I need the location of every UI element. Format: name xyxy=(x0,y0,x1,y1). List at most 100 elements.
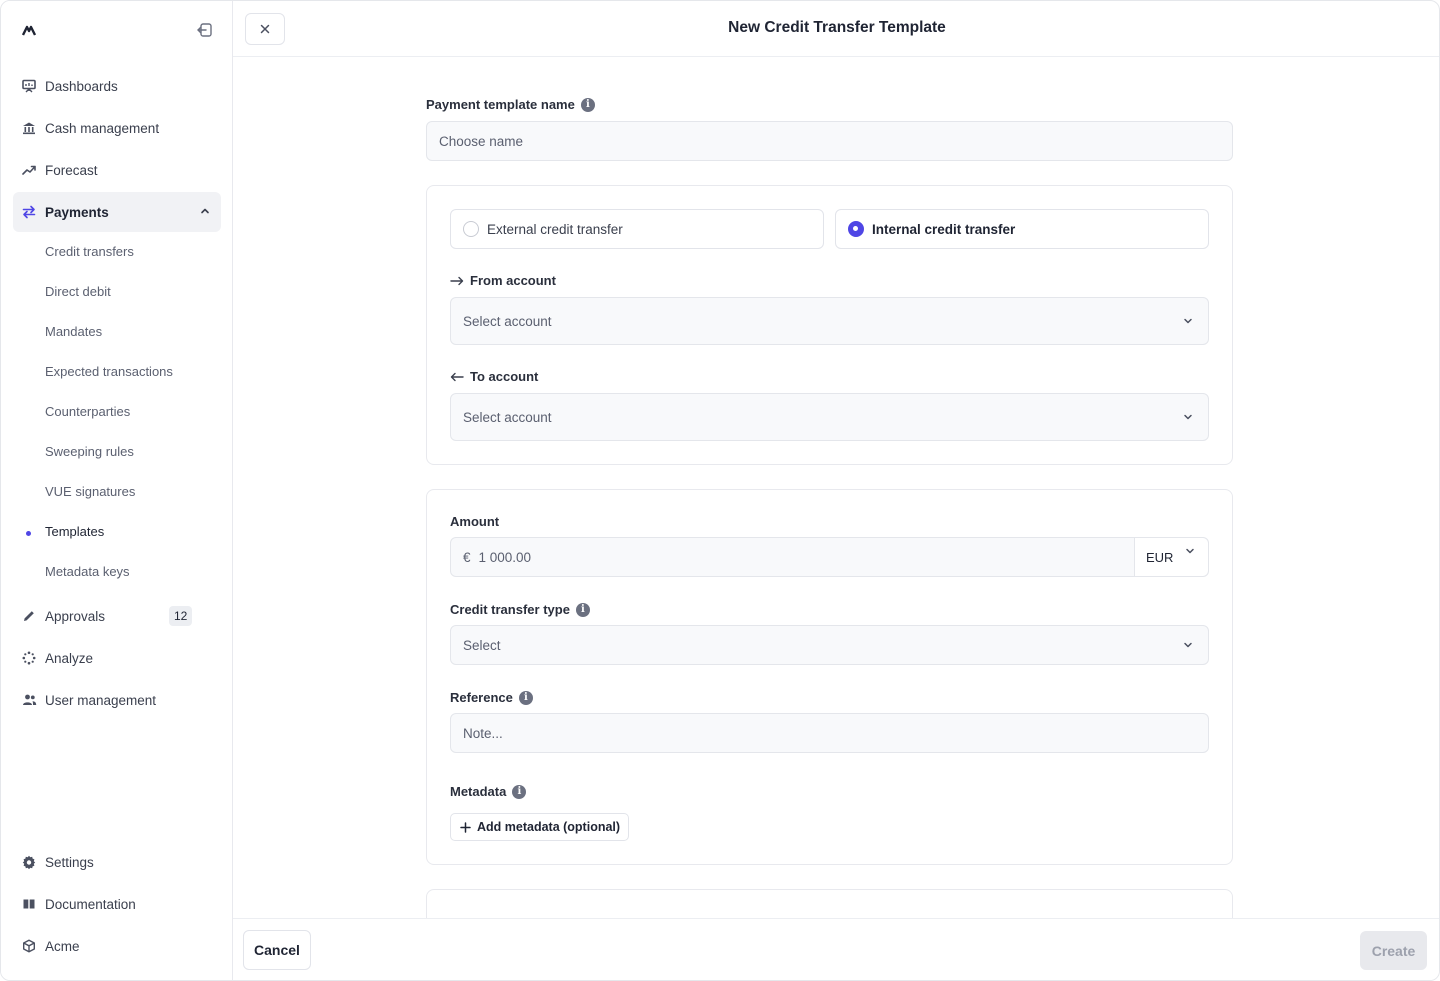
template-name-label: Payment template name i xyxy=(426,97,595,112)
info-icon[interactable]: i xyxy=(518,690,533,705)
from-account-label-text: From account xyxy=(470,273,556,288)
main-panel: New Credit Transfer Template Payment tem… xyxy=(233,1,1439,980)
sidebar-item-label: User management xyxy=(45,692,157,708)
credit-transfer-type-label: Credit transfer type i xyxy=(450,602,590,617)
sidebar-subitem-counterparties[interactable]: Counterparties xyxy=(45,404,130,424)
sidebar: Dashboards Cash management Forecast Paym… xyxy=(1,1,233,980)
sidebar-subitem-direct-debit[interactable]: Direct debit xyxy=(45,284,111,304)
credit-transfer-type-select[interactable]: Select xyxy=(450,625,1209,665)
currency-symbol: € xyxy=(463,549,471,565)
template-name-placeholder: Choose name xyxy=(439,133,524,149)
currency-value: EUR xyxy=(1146,549,1174,565)
sidebar-subitem-mandates[interactable]: Mandates xyxy=(45,324,102,344)
cancel-button[interactable]: Cancel xyxy=(243,930,311,970)
metadata-label-text: Metadata xyxy=(450,784,507,799)
to-account-placeholder: Select account xyxy=(463,409,552,425)
sidebar-subitem-templates[interactable]: Templates xyxy=(45,524,104,544)
sidebar-subitem-expected-transactions[interactable]: Expected transactions xyxy=(45,364,173,384)
arrow-left-icon xyxy=(450,372,464,381)
sidebar-item-dashboards[interactable]: Dashboards xyxy=(13,66,221,106)
gear-icon xyxy=(13,855,45,869)
arrows-exchange-icon xyxy=(13,205,45,219)
to-account-label-text: To account xyxy=(470,369,539,384)
active-indicator-dot xyxy=(26,531,31,536)
from-account-select[interactable]: Select account xyxy=(450,297,1209,345)
reference-label: Reference i xyxy=(450,690,533,705)
internal-credit-transfer-option[interactable]: Internal credit transfer xyxy=(835,209,1209,249)
chevron-down-icon xyxy=(1186,548,1194,554)
metadata-label: Metadata i xyxy=(450,784,527,799)
trend-up-icon xyxy=(13,163,45,177)
sidebar-item-approvals[interactable]: Approvals 12 xyxy=(13,596,221,636)
plus-icon xyxy=(460,821,471,833)
sidebar-item-organization[interactable]: Acme xyxy=(13,926,221,966)
currency-select[interactable]: EUR xyxy=(1134,538,1208,576)
add-metadata-button[interactable]: Add metadata (optional) xyxy=(450,813,630,841)
sidebar-item-label: Analyze xyxy=(45,650,94,666)
sidebar-item-label: Acme xyxy=(45,938,80,954)
accounts-card: External credit transfer Internal credit… xyxy=(426,185,1233,465)
radio-checked[interactable] xyxy=(848,221,864,237)
radio-unchecked[interactable] xyxy=(463,221,479,237)
sidebar-item-settings[interactable]: Settings xyxy=(13,842,221,882)
sidebar-item-forecast[interactable]: Forecast xyxy=(13,150,221,190)
form-scroll-area[interactable]: Payment template name i Choose name Exte… xyxy=(233,57,1439,918)
sidebar-item-label: Documentation xyxy=(45,896,136,912)
sidebar-item-payments[interactable]: Payments xyxy=(13,192,221,232)
chevron-down-icon xyxy=(1184,642,1192,648)
presentation-chart-icon xyxy=(13,79,45,93)
amount-value: 1 000.00 xyxy=(478,549,532,565)
analyze-dots-icon xyxy=(13,651,45,665)
top-bar: New Credit Transfer Template xyxy=(233,1,1439,57)
template-name-input[interactable]: Choose name xyxy=(426,121,1233,161)
users-icon xyxy=(13,693,45,707)
app-window: Dashboards Cash management Forecast Paym… xyxy=(0,0,1440,981)
footer-bar: Cancel Create xyxy=(233,918,1439,980)
sidebar-item-label: Dashboards xyxy=(45,78,118,94)
details-card: Amount € 1 000.00 EUR Credit transfer ty… xyxy=(426,489,1233,865)
reference-label-text: Reference xyxy=(450,690,513,705)
sidebar-subitem-vue-signatures[interactable]: VUE signatures xyxy=(45,484,135,504)
sidebar-item-documentation[interactable]: Documentation xyxy=(13,884,221,924)
sidebar-subitem-metadata-keys[interactable]: Metadata keys xyxy=(45,564,130,584)
pencil-icon xyxy=(13,609,45,623)
credit-transfer-type-placeholder: Select xyxy=(463,637,501,653)
sidebar-subitem-sweeping-rules[interactable]: Sweeping rules xyxy=(45,444,134,464)
info-icon[interactable]: i xyxy=(575,602,590,617)
amount-label: Amount xyxy=(450,514,499,529)
arrow-right-icon xyxy=(450,276,464,285)
sidebar-subitem-credit-transfers[interactable]: Credit transfers xyxy=(45,244,134,264)
info-icon[interactable]: i xyxy=(580,97,595,112)
chevron-down-icon xyxy=(1184,414,1192,420)
external-option-label: External credit transfer xyxy=(487,221,623,237)
next-section-card xyxy=(426,889,1233,918)
to-account-label: To account xyxy=(450,369,538,384)
book-icon xyxy=(13,897,45,911)
template-name-label-text: Payment template name xyxy=(426,97,575,112)
credit-transfer-type-label-text: Credit transfer type xyxy=(450,602,570,617)
amount-input[interactable]: € 1 000.00 EUR xyxy=(450,537,1209,577)
to-account-select[interactable]: Select account xyxy=(450,393,1209,441)
chevron-up-icon[interactable] xyxy=(199,205,211,217)
amount-label-text: Amount xyxy=(450,514,500,529)
collapse-sidebar-icon[interactable] xyxy=(196,21,214,39)
sidebar-item-analyze[interactable]: Analyze xyxy=(13,638,221,678)
info-icon[interactable]: i xyxy=(512,784,527,799)
sidebar-item-label: Payments xyxy=(45,204,109,220)
sidebar-item-label: Approvals xyxy=(45,608,106,624)
sidebar-item-cash-management[interactable]: Cash management xyxy=(13,108,221,148)
sidebar-item-label: Forecast xyxy=(45,162,98,178)
sidebar-item-label: Settings xyxy=(45,854,94,870)
from-account-label: From account xyxy=(450,273,556,288)
create-button[interactable]: Create xyxy=(1360,931,1427,970)
chevron-down-icon xyxy=(1184,318,1192,324)
reference-input[interactable]: Note... xyxy=(450,713,1209,753)
sidebar-item-label: Cash management xyxy=(45,120,160,136)
cube-icon xyxy=(13,939,45,953)
sidebar-item-user-management[interactable]: User management xyxy=(13,680,221,720)
external-credit-transfer-option[interactable]: External credit transfer xyxy=(450,209,824,249)
bank-icon xyxy=(13,121,45,135)
internal-option-label: Internal credit transfer xyxy=(872,221,1016,237)
acme-logo-icon[interactable] xyxy=(21,23,37,37)
page-title: New Credit Transfer Template xyxy=(728,19,946,36)
